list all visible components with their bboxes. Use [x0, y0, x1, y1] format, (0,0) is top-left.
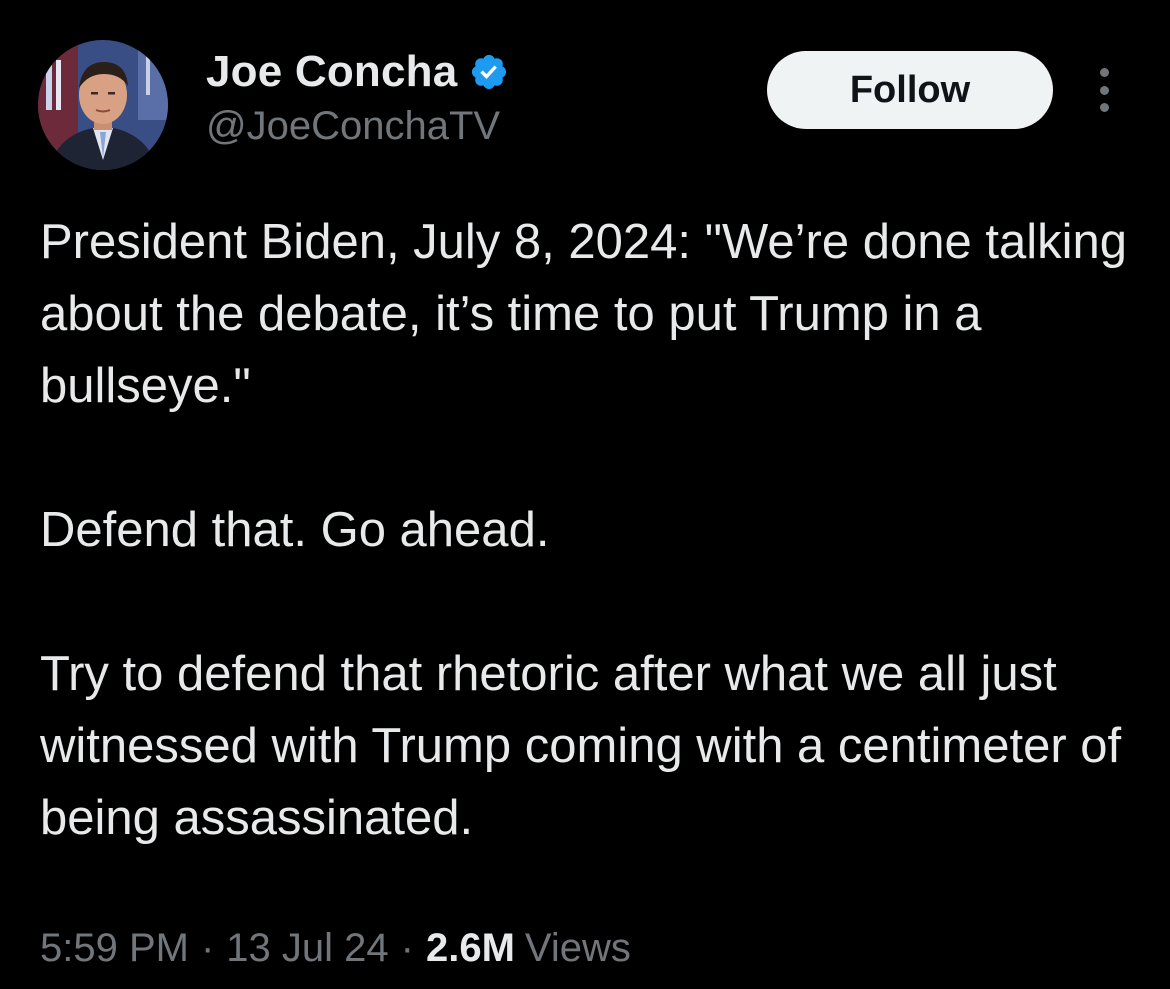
tweet-meta: 5:59 PM · 13 Jul 24 · 2.6M Views: [40, 920, 631, 976]
tweet-date[interactable]: 13 Jul 24: [226, 926, 388, 971]
more-options-icon[interactable]: [1092, 68, 1116, 112]
more-dot: [1099, 85, 1109, 95]
author-info: Joe Concha @JoeConchaTV: [206, 44, 509, 149]
verified-badge-icon[interactable]: [469, 52, 509, 92]
tweet-text: President Biden, July 8, 2024: "We’re do…: [40, 206, 1140, 854]
follow-button[interactable]: Follow: [767, 51, 1053, 129]
tweet: Joe Concha @JoeConchaTV Follow President…: [0, 0, 1170, 989]
display-name[interactable]: Joe Concha: [206, 47, 457, 97]
name-row: Joe Concha: [206, 44, 509, 100]
views-count[interactable]: 2.6M: [426, 926, 515, 971]
handle[interactable]: @JoeConchaTV: [206, 104, 509, 149]
avatar-photo: [38, 40, 168, 170]
views-label: Views: [524, 925, 631, 970]
meta-separator: ·: [400, 925, 414, 970]
tweet-time[interactable]: 5:59 PM: [40, 926, 189, 971]
tweet-paragraph: President Biden, July 8, 2024: "We’re do…: [40, 215, 1127, 413]
more-dot: [1099, 103, 1109, 112]
tweet-paragraph: Try to defend that rhetoric after what w…: [40, 647, 1122, 845]
tweet-paragraph: Defend that. Go ahead.: [40, 503, 550, 557]
more-dot: [1099, 68, 1109, 77]
avatar[interactable]: [38, 40, 168, 170]
meta-separator: ·: [200, 925, 215, 970]
